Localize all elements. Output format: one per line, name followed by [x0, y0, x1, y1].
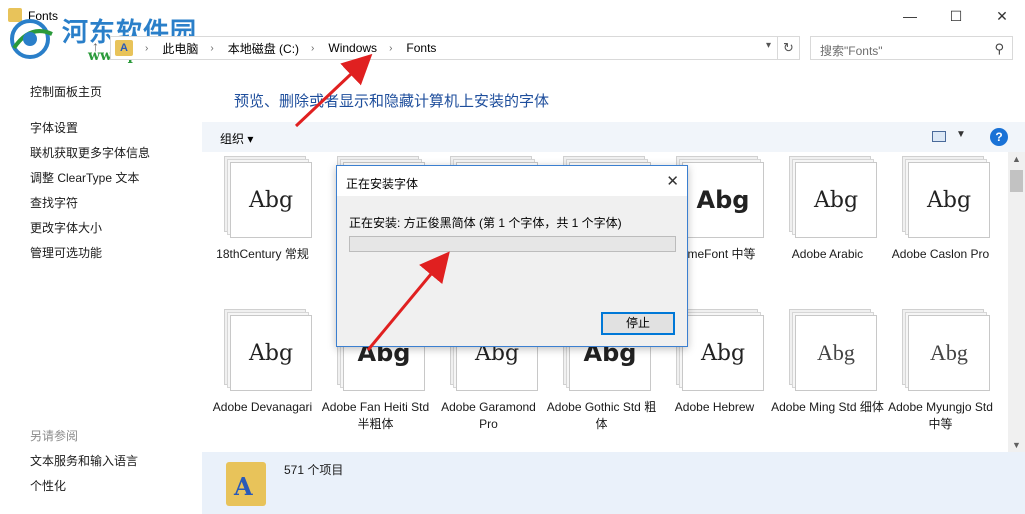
- watermark-logo-icon: [10, 19, 53, 59]
- install-status-text: 正在安装: 方正俊黑简体 (第 1 个字体，共 1 个字体): [349, 216, 622, 230]
- chevron-right-icon: ›: [145, 42, 149, 54]
- manage-optional-features-link[interactable]: 管理可选功能: [30, 244, 102, 261]
- scroll-thumb[interactable]: [1010, 170, 1023, 192]
- installing-fonts-dialog: 正在安装字体 ✕ 正在安装: 方正俊黑简体 (第 1 个字体，共 1 个字体) …: [336, 165, 688, 347]
- font-tile[interactable]: Abg Adobe Caslon Pro: [884, 152, 997, 302]
- page-front: Abg: [230, 315, 312, 391]
- font-file-icon: Abg: [789, 156, 877, 238]
- view-options-icon[interactable]: [932, 131, 946, 142]
- font-tile[interactable]: Abg Adobe Myungjo Std 中等: [884, 305, 997, 452]
- up-arrow-icon[interactable]: ↑: [92, 38, 99, 54]
- font-sample: Abg: [248, 340, 294, 366]
- fonts-folder-icon: A: [226, 462, 266, 506]
- font-name: Adobe Hebrew: [674, 400, 755, 414]
- font-file-icon: Abg: [902, 309, 990, 391]
- font-sample: Abg: [813, 187, 859, 213]
- font-sample: Abg: [930, 340, 968, 365]
- scroll-down-icon[interactable]: ▼: [1012, 440, 1021, 450]
- font-name: Adobe Gothic Std 粗体: [546, 400, 657, 431]
- refresh-icon[interactable]: ↻: [778, 36, 800, 60]
- search-box[interactable]: 搜索"Fonts" ⚲: [810, 36, 1013, 60]
- font-name: 18thCentury 常规: [216, 247, 309, 261]
- see-also-heading: 另请参阅: [30, 429, 79, 443]
- font-file-icon: Abg: [224, 156, 312, 238]
- font-sample: Abg: [248, 187, 294, 213]
- dialog-close-icon[interactable]: ✕: [666, 172, 679, 190]
- stop-button[interactable]: 停止: [601, 312, 675, 335]
- scroll-up-icon[interactable]: ▲: [1012, 154, 1021, 164]
- close-button[interactable]: ✕: [979, 0, 1025, 32]
- font-file-icon: Abg: [676, 156, 764, 238]
- personalization-link[interactable]: 个性化: [30, 477, 66, 494]
- dialog-title-bar: 正在安装字体 ✕: [337, 166, 687, 196]
- item-count: 571 个项目: [284, 463, 344, 477]
- page-front: Abg: [230, 162, 312, 238]
- font-sample: Abg: [696, 186, 750, 214]
- address-bar[interactable]: A › 此电脑 › 本地磁盘 (C:) › Windows › Fonts ▾: [110, 36, 778, 60]
- page-front: Abg: [682, 162, 764, 238]
- font-settings-link[interactable]: 字体设置: [30, 119, 78, 136]
- font-name: Adobe Arabic: [791, 247, 864, 261]
- font-sample: Abg: [926, 187, 972, 213]
- font-tile[interactable]: Abg Adobe Ming Std 细体: [771, 305, 884, 452]
- get-more-fonts-link[interactable]: 联机获取更多字体信息: [30, 144, 150, 161]
- chevron-right-icon[interactable]: ›: [210, 43, 213, 54]
- chevron-down-icon[interactable]: ▾: [766, 40, 771, 51]
- breadcrumb-fonts[interactable]: Fonts: [406, 41, 436, 55]
- cleartype-link[interactable]: 调整 ClearType 文本: [30, 169, 139, 186]
- details-pane: A 571 个项目: [202, 452, 1025, 514]
- font-tile[interactable]: Abg 18thCentury 常规: [206, 152, 319, 302]
- font-name: Adobe Fan Heiti Std 半粗体: [321, 400, 430, 431]
- chevron-right-icon[interactable]: ›: [311, 43, 314, 54]
- control-panel-home-link[interactable]: 控制面板主页: [30, 83, 102, 100]
- command-bar: 组织 ▾ ▼ ?: [202, 122, 1025, 152]
- search-icon[interactable]: ⚲: [994, 41, 1004, 57]
- page-front: Abg: [682, 315, 764, 391]
- font-file-icon: Abg: [902, 156, 990, 238]
- minimize-button[interactable]: —: [887, 0, 933, 32]
- page-front: Abg: [908, 162, 990, 238]
- text-services-link[interactable]: 文本服务和输入语言: [30, 452, 138, 469]
- font-file-icon: Abg: [676, 309, 764, 391]
- font-name: Adobe Devanagari: [212, 400, 313, 414]
- breadcrumb-local-disk[interactable]: 本地磁盘 (C:): [228, 40, 299, 57]
- chevron-down-icon[interactable]: ▼: [956, 129, 966, 140]
- find-character-link[interactable]: 查找字符: [30, 194, 78, 211]
- page-title: 预览、删除或者显示和隐藏计算机上安装的字体: [234, 93, 550, 110]
- font-tile[interactable]: Abg Adobe Arabic: [771, 152, 884, 302]
- font-sample: Abg: [700, 340, 746, 366]
- page-front: Abg: [908, 315, 990, 391]
- font-name: Adobe Caslon Pro: [891, 247, 990, 261]
- breadcrumb-this-pc[interactable]: 此电脑: [162, 40, 198, 57]
- font-sample: Abg: [817, 340, 855, 365]
- font-tile[interactable]: Abg Adobe Devanagari: [206, 305, 319, 452]
- font-name: Adobe Myungjo Std 中等: [888, 400, 993, 431]
- page-front: Abg: [795, 315, 877, 391]
- breadcrumb-windows[interactable]: Windows: [328, 41, 377, 55]
- font-file-icon: Abg: [224, 309, 312, 391]
- maximize-button[interactable]: ☐: [933, 0, 979, 32]
- fonts-folder-icon: A: [115, 40, 133, 56]
- change-font-size-link[interactable]: 更改字体大小: [30, 219, 102, 236]
- organize-menu[interactable]: 组织 ▾: [220, 130, 253, 147]
- font-file-icon: Abg: [789, 309, 877, 391]
- font-name: Adobe Garamond Pro: [441, 400, 536, 431]
- help-icon[interactable]: ?: [990, 128, 1008, 146]
- font-name: Adobe Ming Std 细体: [771, 400, 884, 414]
- folder-letter: A: [234, 472, 253, 501]
- chevron-right-icon[interactable]: ›: [389, 43, 392, 54]
- page-front: Abg: [795, 162, 877, 238]
- search-input[interactable]: 搜索"Fonts": [820, 42, 883, 59]
- dialog-title: 正在安装字体: [346, 177, 419, 191]
- install-progress-bar: [349, 236, 676, 252]
- vertical-scrollbar[interactable]: ▲ ▼: [1008, 152, 1025, 452]
